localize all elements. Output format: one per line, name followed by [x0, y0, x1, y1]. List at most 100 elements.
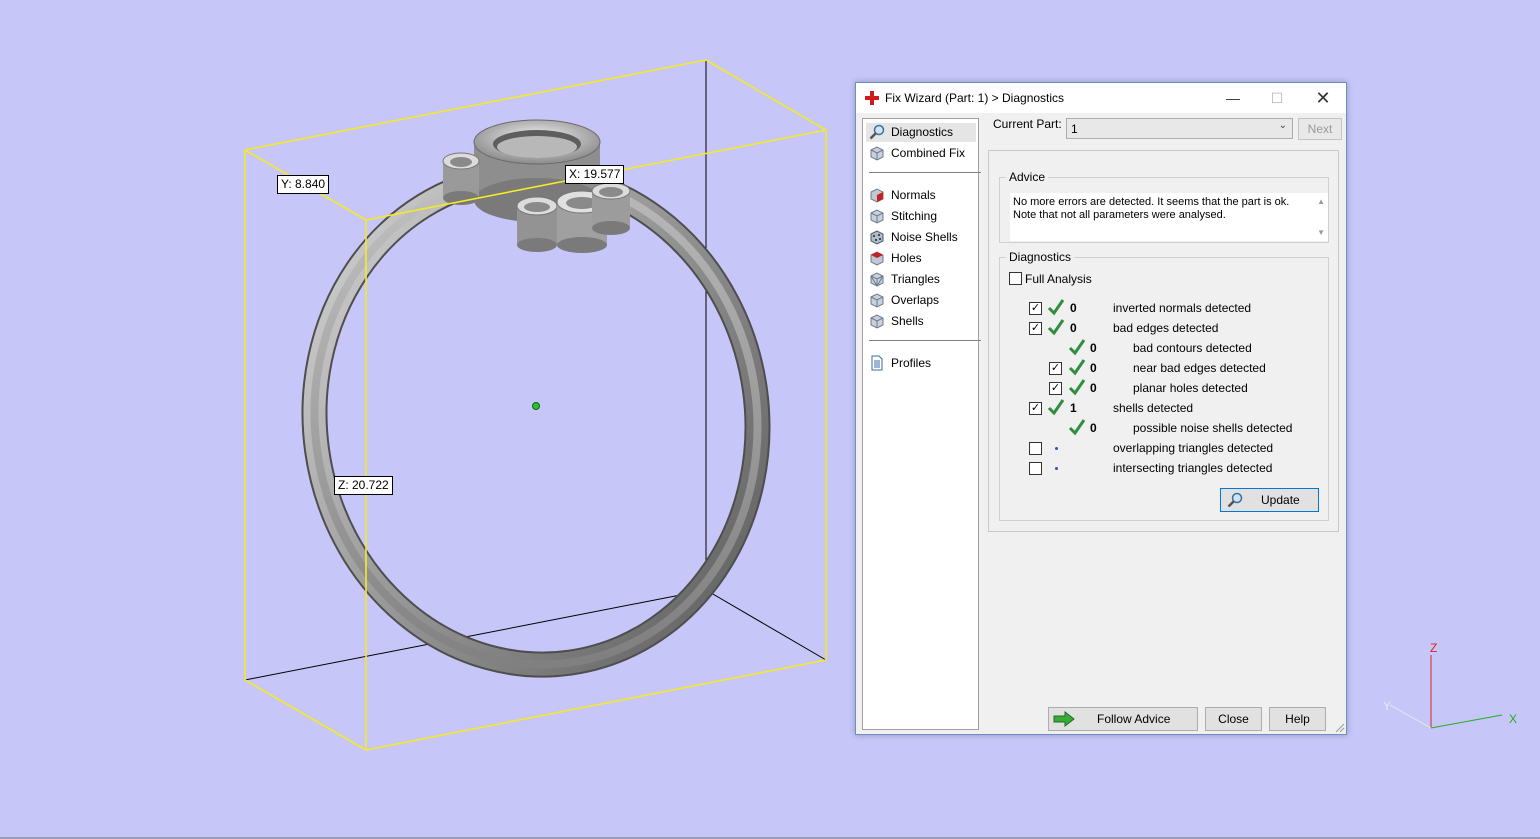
advice-group: Advice No more errors are detected. It s…: [999, 170, 1329, 243]
axis-triad: Z Y X: [1375, 635, 1518, 745]
holes-cube-icon: [870, 251, 884, 266]
green-check-icon: [1068, 339, 1086, 356]
green-check-icon: [1068, 419, 1086, 436]
maximize-button[interactable]: ☐: [1254, 83, 1300, 113]
shells-cube-icon: [870, 314, 884, 329]
chevron-down-icon: ⌄: [1278, 120, 1287, 131]
nav-item-diagnostics[interactable]: Diagnostics: [866, 123, 976, 142]
normals-cube-icon: [870, 188, 884, 203]
wizard-nav-panel: Diagnostics Combined Fix Normals Stitchi…: [862, 118, 981, 730]
y-dimension-label: Y: 8.840: [277, 175, 330, 194]
diagnostics-panel: Advice No more errors are detected. It s…: [988, 150, 1339, 532]
bad-edges-count: 0: [1070, 321, 1077, 335]
follow-advice-button[interactable]: Follow Advice: [1048, 707, 1198, 731]
nav-item-shells[interactable]: Shells: [866, 312, 976, 331]
green-check-icon: [1068, 379, 1086, 396]
planar-holes-label: planar holes detected: [1133, 381, 1248, 395]
near-bad-edges-checkbox[interactable]: ✓: [1049, 362, 1062, 375]
noise-shells-count: 0: [1090, 421, 1097, 435]
3d-viewport[interactable]: Y: 8.840 X: 19.577 Z: 20.722: [0, 0, 850, 839]
near-bad-edges-label: near bad edges detected: [1133, 361, 1266, 375]
shells-checkbox[interactable]: ✓: [1029, 402, 1042, 415]
cube-icon: [870, 146, 884, 161]
nav-label: Normals: [891, 188, 936, 202]
nav-label: Shells: [891, 314, 924, 328]
nav-label: Noise Shells: [891, 230, 958, 244]
stitching-cube-icon: [870, 209, 884, 224]
nav-item-noise-shells[interactable]: Noise Shells: [866, 228, 976, 247]
near-bad-edges-count: 0: [1090, 361, 1097, 375]
nav-item-combined-fix[interactable]: Combined Fix: [866, 144, 976, 163]
document-icon: [871, 355, 883, 371]
green-check-icon: [1047, 299, 1065, 316]
nav-label: Triangles: [891, 272, 940, 286]
overlapping-triangles-label: overlapping triangles detected: [1113, 441, 1274, 455]
x-dimension-label: X: 19.577: [565, 165, 625, 184]
advice-textbox[interactable]: No more errors are detected. It seems th…: [1010, 193, 1328, 241]
nav-label: Combined Fix: [891, 146, 966, 160]
resize-grip-icon[interactable]: [1335, 723, 1345, 733]
triangles-cube-icon: [870, 272, 884, 287]
nav-separator: [869, 340, 981, 341]
shells-count: 1: [1070, 401, 1077, 415]
diagnostics-group-title: Diagnostics: [1006, 250, 1075, 264]
nav-item-normals[interactable]: Normals: [866, 186, 976, 205]
intersecting-triangles-checkbox[interactable]: [1029, 462, 1042, 475]
nav-item-profiles[interactable]: Profiles: [866, 354, 976, 373]
scroll-down-icon[interactable]: ▼: [1317, 228, 1325, 237]
diagnostics-group: Diagnostics Full Analysis ✓ 0 inverted n…: [999, 250, 1329, 521]
full-analysis-checkbox[interactable]: [1009, 272, 1022, 285]
close-window-button[interactable]: ✕: [1300, 83, 1346, 113]
x-axis-label: X: [1509, 712, 1518, 726]
red-cross-icon: [865, 91, 879, 105]
update-button[interactable]: Update: [1220, 488, 1319, 512]
follow-advice-label: Follow Advice: [1097, 712, 1171, 726]
magnifier-icon: [1227, 492, 1243, 508]
planar-holes-count: 0: [1090, 381, 1097, 395]
nav-separator: [869, 172, 981, 173]
nav-item-triangles[interactable]: Triangles: [866, 270, 976, 289]
dialog-title: Fix Wizard (Part: 1) > Diagnostics: [885, 91, 1065, 105]
inverted-normals-label: inverted normals detected: [1113, 301, 1252, 315]
nav-label: Overlaps: [891, 293, 940, 307]
inverted-normals-count: 0: [1070, 301, 1077, 315]
bad-edges-checkbox[interactable]: ✓: [1029, 322, 1042, 335]
close-button[interactable]: Close: [1205, 707, 1262, 731]
current-part-value: 1: [1071, 122, 1078, 136]
overlapping-triangles-checkbox[interactable]: [1029, 442, 1042, 455]
nav-label: Stitching: [891, 209, 938, 223]
update-button-label: Update: [1261, 493, 1300, 507]
overlaps-cube-icon: [870, 293, 884, 308]
nav-label: Profiles: [891, 356, 932, 370]
planar-holes-checkbox[interactable]: ✓: [1049, 382, 1062, 395]
noise-shells-label: possible noise shells detected: [1133, 421, 1293, 435]
fix-wizard-dialog: Fix Wizard (Part: 1) > Diagnostics — ☐ ✕…: [855, 82, 1347, 735]
bad-contours-count: 0: [1090, 341, 1097, 355]
intersecting-triangles-label: intersecting triangles detected: [1113, 461, 1273, 475]
green-check-icon: [1047, 399, 1065, 416]
nav-label: Holes: [891, 251, 922, 265]
noise-shells-icon: [870, 230, 884, 245]
y-axis-label: Y: [1383, 699, 1392, 713]
minimize-button[interactable]: —: [1210, 83, 1256, 113]
dialog-titlebar[interactable]: Fix Wizard (Part: 1) > Diagnostics — ☐ ✕: [856, 83, 1346, 113]
z-axis-label: Z: [1430, 641, 1438, 655]
green-check-icon: [1068, 359, 1086, 376]
inverted-normals-checkbox[interactable]: ✓: [1029, 302, 1042, 315]
z-dimension-label: Z: 20.722: [334, 476, 393, 495]
current-part-select[interactable]: 1 ⌄: [1066, 118, 1293, 139]
nav-label: Diagnostics: [891, 125, 954, 139]
magnifier-icon: [869, 124, 885, 140]
nav-item-overlaps[interactable]: Overlaps: [866, 291, 976, 310]
help-button[interactable]: Help: [1269, 707, 1326, 731]
advice-text: No more errors are detected. It seems th…: [1013, 196, 1290, 221]
next-button[interactable]: Next: [1298, 118, 1342, 140]
full-analysis-label: Full Analysis: [1025, 272, 1092, 286]
green-arrow-icon: [1053, 711, 1075, 727]
scroll-up-icon[interactable]: ▲: [1317, 197, 1325, 206]
advice-group-title: Advice: [1006, 170, 1049, 184]
bad-contours-label: bad contours detected: [1133, 341, 1252, 355]
pending-dot-icon: [1055, 447, 1058, 450]
nav-item-holes[interactable]: Holes: [866, 249, 976, 268]
nav-item-stitching[interactable]: Stitching: [866, 207, 976, 226]
